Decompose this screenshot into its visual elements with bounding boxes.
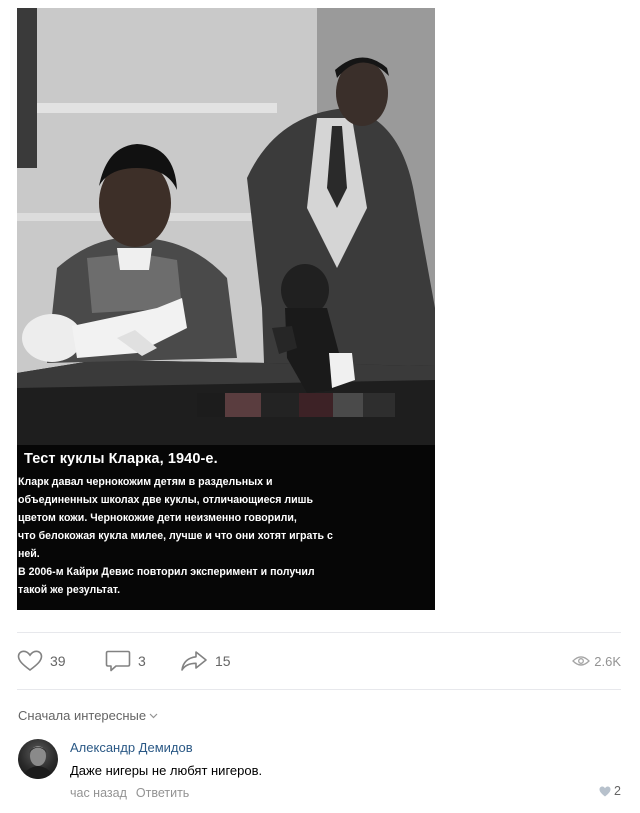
comment-button[interactable]: 3 (105, 646, 146, 676)
photo-illustration (17, 8, 435, 445)
historical-photo (17, 8, 435, 445)
divider-bottom (17, 689, 621, 690)
like-button[interactable]: 39 (17, 646, 66, 676)
comment-like-button[interactable]: 2 (599, 784, 621, 798)
avatar-portrait (22, 746, 54, 779)
divider-top (17, 632, 621, 633)
like-count: 39 (50, 653, 66, 669)
views-count: 2.6K (594, 653, 621, 669)
avatar[interactable] (18, 739, 58, 779)
comment-meta: час назад Ответить (70, 786, 189, 800)
comment-time[interactable]: час назад (70, 786, 127, 800)
comments-sort-dropdown[interactable]: Сначала интересные (18, 708, 158, 723)
views-counter: 2.6K (572, 646, 621, 676)
post-actions: 39 3 15 2.6K (17, 646, 621, 676)
comment-count: 3 (138, 653, 146, 669)
comment-author-link[interactable]: Александр Демидов (70, 740, 193, 755)
eye-icon (572, 656, 591, 666)
speech-bubble-icon (105, 650, 131, 672)
share-button[interactable]: 15 (180, 646, 231, 676)
heart-icon (17, 650, 43, 672)
post-image[interactable]: Тест куклы Кларка, 1940-е. Кларк давал ч… (17, 8, 435, 610)
reply-button[interactable]: Ответить (136, 786, 189, 800)
comment-text: Даже нигеры не любят нигеров. (70, 763, 263, 778)
sort-label: Сначала интересные (18, 708, 147, 723)
chevron-down-icon (149, 713, 158, 718)
share-count: 15 (215, 653, 231, 669)
heart-icon (599, 786, 611, 796)
share-arrow-icon (181, 651, 207, 671)
comment-like-count: 2 (614, 784, 621, 798)
caption-title: Тест куклы Кларка, 1940-е. (24, 451, 218, 467)
caption-body: Кларк давал чернокожим детям в раздельны… (18, 476, 333, 596)
image-caption: Тест куклы Кларка, 1940-е. Кларк давал ч… (17, 445, 435, 610)
